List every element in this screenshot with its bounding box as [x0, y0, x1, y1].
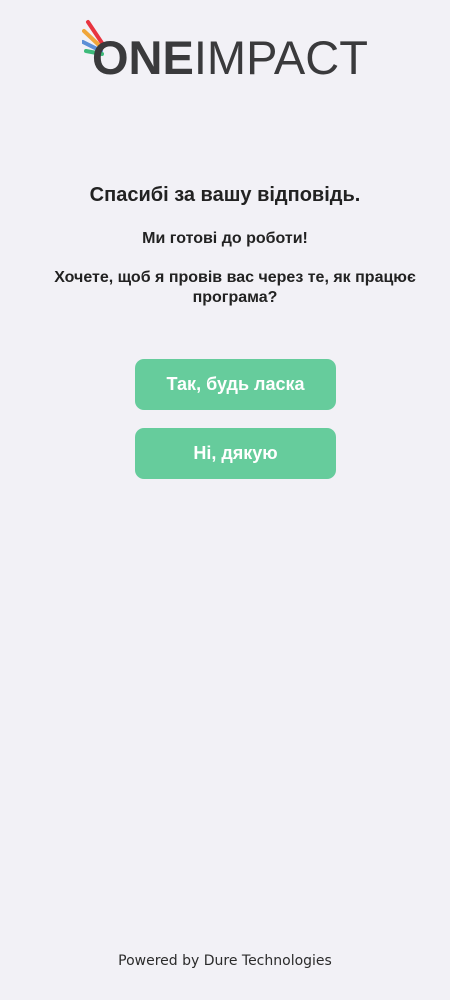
yes-please-button[interactable]: Так, будь ласка	[135, 359, 336, 410]
logo-text-one: ONE	[92, 31, 194, 84]
powered-by-footer: Powered by Dure Technologies	[118, 953, 332, 969]
logo-wordmark: ONEIMPACT	[92, 34, 368, 82]
subtitle: Ми готові до роботи!	[142, 230, 308, 247]
page-title: Спасибі за вашу відповідь.	[89, 184, 361, 206]
question-text: Хочете, щоб я провів вас через те, як пр…	[54, 269, 416, 306]
oneimpact-logo: ONEIMPACT	[82, 18, 368, 82]
logo-text-impact: IMPACT	[193, 31, 368, 84]
no-thanks-button[interactable]: Ні, дякую	[135, 428, 336, 479]
